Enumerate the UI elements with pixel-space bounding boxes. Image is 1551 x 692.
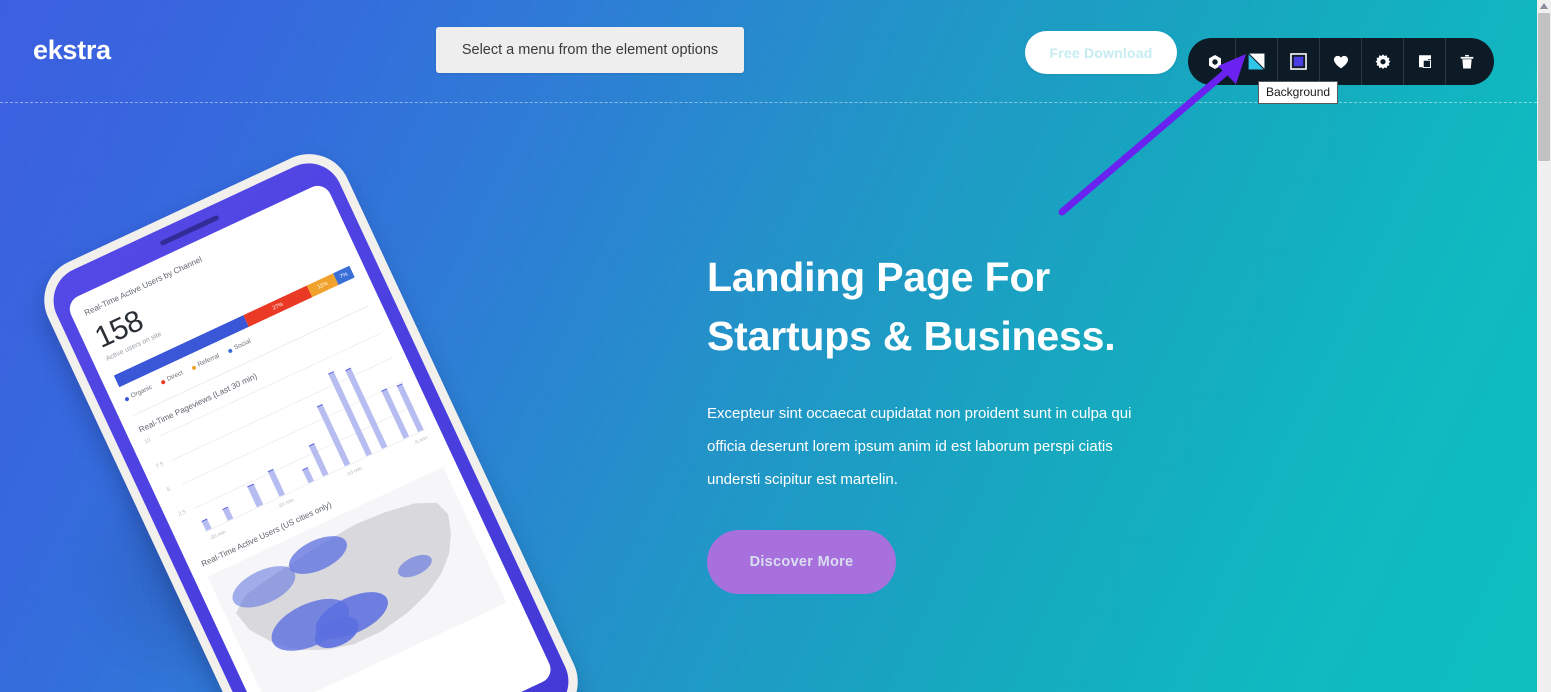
gear-icon-button[interactable] bbox=[1362, 38, 1404, 85]
element-options-toolbar bbox=[1188, 38, 1494, 85]
scrollbar-up-arrow-icon[interactable] bbox=[1537, 0, 1551, 12]
chart-bar bbox=[267, 469, 285, 497]
chart-bar bbox=[317, 404, 351, 467]
legend-item-organic: Organic bbox=[123, 384, 153, 403]
settings-nut-icon-button[interactable] bbox=[1188, 38, 1236, 85]
duplicate-icon bbox=[1418, 54, 1431, 68]
hero-title-line-1: Landing Page For bbox=[707, 254, 1051, 300]
background-icon bbox=[1248, 53, 1265, 70]
legend-dot-icon bbox=[124, 396, 130, 402]
vertical-scrollbar[interactable] bbox=[1537, 0, 1551, 692]
site-logo[interactable]: ekstra bbox=[33, 33, 111, 67]
legend-item-social: Social bbox=[227, 338, 252, 355]
heart-icon-button[interactable] bbox=[1320, 38, 1362, 85]
background-icon-button[interactable] bbox=[1236, 38, 1278, 85]
hero-paragraph: Excepteur sint occaecat cupidatat non pr… bbox=[707, 405, 1132, 488]
phone-mockup: Real-Time Active Users by Channel 158 Ac… bbox=[0, 140, 630, 692]
chart-bar bbox=[222, 506, 234, 521]
legend-dot-icon bbox=[227, 347, 233, 354]
legend-item-referral: Referral bbox=[190, 352, 221, 371]
heart-icon bbox=[1333, 55, 1348, 68]
color-swatch-icon-button[interactable] bbox=[1278, 38, 1320, 85]
chart-bar bbox=[302, 467, 314, 484]
scrollbar-thumb[interactable] bbox=[1538, 13, 1550, 161]
chart-bar bbox=[247, 483, 263, 508]
toolbar-tooltip: Background bbox=[1258, 81, 1339, 104]
hero-title-line-2: Startups & Business. bbox=[707, 313, 1116, 359]
bar-segment-social: 7% bbox=[332, 265, 355, 286]
chevron-up-icon bbox=[1540, 3, 1548, 9]
chart-bar bbox=[308, 443, 329, 477]
legend-item-direct: Direct bbox=[159, 369, 184, 385]
duplicate-icon-button[interactable] bbox=[1404, 38, 1446, 85]
trash-icon-button[interactable] bbox=[1446, 38, 1494, 85]
browser-viewport: Real-Time Active Users by Channel 158 Ac… bbox=[0, 0, 1551, 692]
settings-nut-icon bbox=[1208, 54, 1221, 69]
legend-dot-icon bbox=[160, 379, 166, 385]
legend-dot-icon bbox=[190, 364, 197, 371]
page-title: Landing Page For Startups & Business. bbox=[707, 248, 1177, 366]
hero-content: Landing Page For Startups & Business. Ex… bbox=[707, 248, 1177, 594]
gear-icon bbox=[1375, 53, 1390, 69]
color-swatch-icon bbox=[1290, 53, 1307, 70]
free-download-button[interactable]: Free Download bbox=[1025, 31, 1177, 74]
discover-more-button[interactable]: Discover More bbox=[707, 530, 896, 594]
trash-icon bbox=[1460, 54, 1474, 68]
menu-placeholder[interactable]: Select a menu from the element options bbox=[436, 27, 744, 73]
